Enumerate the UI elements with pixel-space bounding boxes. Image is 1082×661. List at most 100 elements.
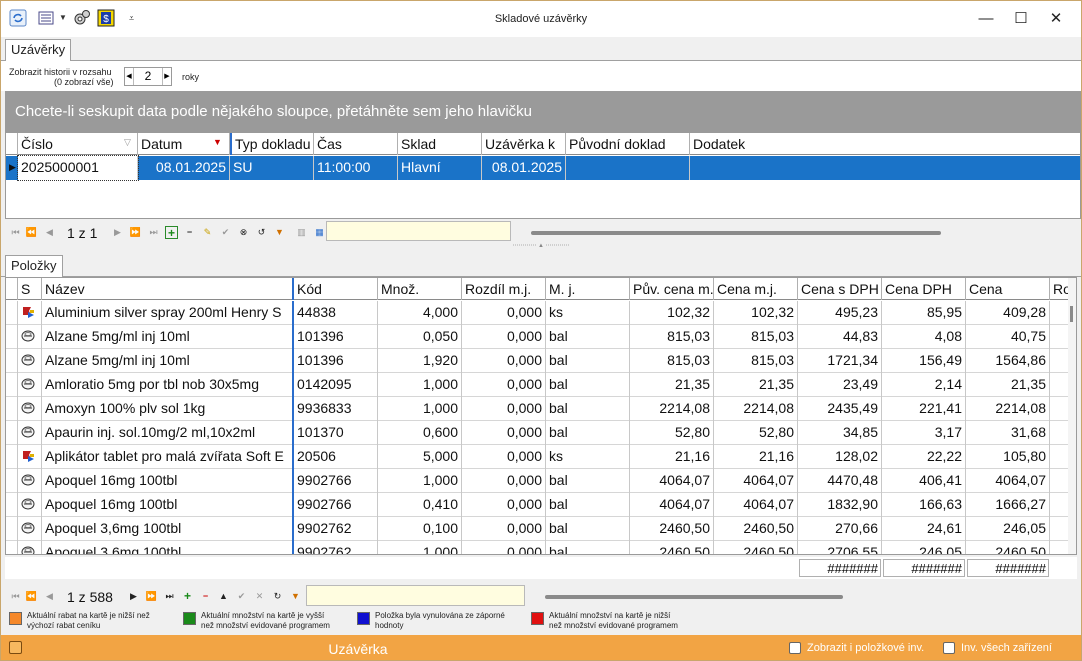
cell-rozdil[interactable]: 0,000 <box>462 445 546 469</box>
cell-ro[interactable] <box>1050 301 1068 325</box>
col-rozdil[interactable]: Rozdíl m.j. <box>462 278 546 300</box>
cell-cena-s-dph[interactable]: 23,49 <box>798 373 882 397</box>
cell-puvodni[interactable] <box>566 156 690 180</box>
cell-rozdil[interactable]: 0,000 <box>462 421 546 445</box>
cell-rozdil[interactable]: 0,000 <box>462 469 546 493</box>
table-row[interactable]: Apoquel 3,6mg 100tbl 9902762 1,000 0,000 bal… <box>6 541 1068 554</box>
cell-ro[interactable] <box>1050 421 1068 445</box>
cell-puv-cena[interactable]: 4064,07 <box>630 469 714 493</box>
horizontal-scrollbar[interactable] <box>545 595 843 599</box>
cell-rozdil[interactable]: 0,000 <box>462 493 546 517</box>
col-cena-dph[interactable]: Cena DPH <box>882 278 966 300</box>
col-ro[interactable]: Ro <box>1050 278 1068 300</box>
cell-cena-mj[interactable]: 52,80 <box>714 421 798 445</box>
minimize-button[interactable]: — <box>971 7 1001 31</box>
cell-nazev[interactable]: Amoxyn 100% plv sol 1kg <box>42 397 294 421</box>
tab-uzaverky[interactable]: Uzávěrky <box>5 39 72 61</box>
row-indicator[interactable] <box>6 469 18 493</box>
cell-ro[interactable] <box>1050 517 1068 541</box>
cell-ro[interactable] <box>1050 397 1068 421</box>
table-row[interactable]: Apoquel 16mg 100tbl 9902766 0,410 0,000 bal 4… <box>6 493 1068 517</box>
cell-cena-s-dph[interactable]: 1832,90 <box>798 493 882 517</box>
cell-cena[interactable]: 2214,08 <box>966 397 1050 421</box>
cell-mnoz[interactable]: 0,050 <box>378 325 462 349</box>
cell-rozdil[interactable]: 0,000 <box>462 517 546 541</box>
cell-status[interactable] <box>18 541 42 554</box>
cell-mnoz[interactable]: 1,000 <box>378 397 462 421</box>
group-by-panel[interactable]: Chcete-li seskupit data podle nějakého s… <box>5 91 1081 132</box>
cell-mj[interactable]: bal <box>546 397 630 421</box>
cell-rozdil[interactable]: 0,000 <box>462 301 546 325</box>
table-row[interactable]: ▶ 2025000001 08.01.2025 SU 11:00:00 Hlav… <box>6 155 1080 181</box>
cell-status[interactable] <box>18 397 42 421</box>
cell-mnoz[interactable]: 4,000 <box>378 301 462 325</box>
cell-nazev[interactable]: Apoquel 16mg 100tbl <box>42 469 294 493</box>
cell-datum[interactable]: 08.01.2025 <box>138 156 230 180</box>
cell-mj[interactable]: bal <box>546 517 630 541</box>
row-indicator[interactable] <box>6 541 18 554</box>
cell-rozdil[interactable]: 0,000 <box>462 373 546 397</box>
cell-status[interactable] <box>18 325 42 349</box>
cell-cena-mj[interactable]: 2214,08 <box>714 397 798 421</box>
cell-cena[interactable]: 2460,50 <box>966 541 1050 554</box>
next-page-icon[interactable]: ⏩ <box>129 226 142 239</box>
cell-cas[interactable]: 11:00:00 <box>314 156 398 180</box>
cell-mnoz[interactable]: 0,100 <box>378 517 462 541</box>
filter-funnel-icon[interactable]: ▼ <box>273 226 286 239</box>
next-record-icon[interactable]: ▶ <box>111 226 124 239</box>
prev-record-icon[interactable]: ◀ <box>43 226 56 239</box>
cell-ro[interactable] <box>1050 373 1068 397</box>
sort-desc-icon[interactable]: ▼ <box>213 137 222 147</box>
cell-ro[interactable] <box>1050 349 1068 373</box>
cell-ro[interactable] <box>1050 445 1068 469</box>
cell-cena-mj[interactable]: 4064,07 <box>714 469 798 493</box>
cell-kod[interactable]: 0142095 <box>294 373 378 397</box>
table-row[interactable]: Apaurin inj. sol.10mg/2 ml,10x2ml 101370 0… <box>6 421 1068 445</box>
cell-puv-cena[interactable]: 2214,08 <box>630 397 714 421</box>
move-up-icon[interactable]: ▲ <box>217 590 230 603</box>
add-icon[interactable]: + <box>165 226 178 240</box>
cell-cena-mj[interactable]: 815,03 <box>714 325 798 349</box>
cell-mnoz[interactable]: 1,000 <box>378 541 462 554</box>
cell-status[interactable] <box>18 469 42 493</box>
scrollbar-thumb[interactable] <box>1070 306 1073 322</box>
row-indicator[interactable] <box>6 349 18 373</box>
grid-icon[interactable]: ▦ <box>313 226 326 239</box>
cell-cena-mj[interactable]: 4064,07 <box>714 493 798 517</box>
cell-mnoz[interactable]: 5,000 <box>378 445 462 469</box>
filter-funnel-icon[interactable]: ▼ <box>289 590 302 603</box>
cancel-icon[interactable]: ⊗ <box>237 226 250 239</box>
cell-mj[interactable]: bal <box>546 373 630 397</box>
cell-cena-dph[interactable]: 156,49 <box>882 349 966 373</box>
col-sklad[interactable]: Sklad <box>398 133 482 155</box>
cell-uzaverka[interactable]: 08.01.2025 <box>482 156 566 180</box>
table-row[interactable]: Apoquel 16mg 100tbl 9902766 1,000 0,000 bal 4… <box>6 469 1068 493</box>
cell-ro[interactable] <box>1050 325 1068 349</box>
first-page-icon[interactable]: ⏮ <box>9 226 22 239</box>
cell-kod[interactable]: 9902766 <box>294 469 378 493</box>
cell-kod[interactable]: 9902762 <box>294 541 378 554</box>
col-mj[interactable]: M. j. <box>546 278 630 300</box>
cell-kod[interactable]: 101370 <box>294 421 378 445</box>
cell-cena-s-dph[interactable]: 34,85 <box>798 421 882 445</box>
cell-cena-dph[interactable]: 406,41 <box>882 469 966 493</box>
columns-icon[interactable]: ▥ <box>295 226 308 239</box>
quick-filter-input[interactable] <box>326 221 511 241</box>
cell-cena-dph[interactable]: 4,08 <box>882 325 966 349</box>
cell-rozdil[interactable]: 0,000 <box>462 397 546 421</box>
col-mnoz[interactable]: Množ. <box>378 278 462 300</box>
cell-cena-s-dph[interactable]: 495,23 <box>798 301 882 325</box>
table-row[interactable]: Alzane 5mg/ml inj 10ml 101396 1,920 0,000 ba… <box>6 349 1068 373</box>
cell-mj[interactable]: bal <box>546 421 630 445</box>
cell-puv-cena[interactable]: 2460,50 <box>630 517 714 541</box>
cell-puv-cena[interactable]: 21,35 <box>630 373 714 397</box>
cell-mj[interactable]: bal <box>546 469 630 493</box>
cell-puv-cena[interactable]: 4064,07 <box>630 493 714 517</box>
inv-all-devices-checkbox[interactable] <box>943 642 955 654</box>
last-page-icon[interactable]: ⏭ <box>147 226 160 239</box>
history-stepper[interactable]: ◀ 2 ▶ <box>124 67 172 86</box>
table-row[interactable]: Apoquel 3,6mg 100tbl 9902762 0,100 0,000 bal… <box>6 517 1068 541</box>
cell-cena[interactable]: 21,35 <box>966 373 1050 397</box>
col-cena-mj[interactable]: Cena m.j. <box>714 278 798 300</box>
cell-kod[interactable]: 44838 <box>294 301 378 325</box>
